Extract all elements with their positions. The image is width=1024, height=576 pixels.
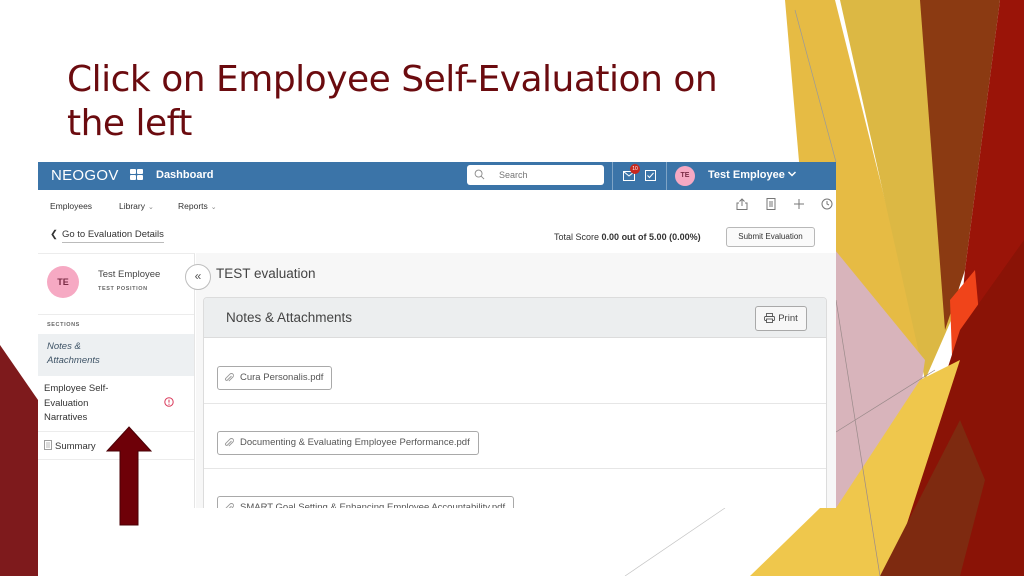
chevron-down-icon: ⌄ bbox=[210, 204, 217, 211]
employee-position: TEST POSITION bbox=[98, 286, 148, 292]
score-value: 0.00 out of 5.00 (0.00%) bbox=[601, 232, 701, 242]
attachment-row: Cura Personalis.pdf bbox=[204, 339, 826, 404]
sidebar-item-notes-attachments[interactable]: Notes & Attachments bbox=[38, 334, 194, 376]
user-avatar[interactable]: TE bbox=[675, 166, 695, 186]
notes-attachments-card: Notes & Attachments Print Cura Personali… bbox=[203, 297, 827, 508]
attachment-link[interactable]: Cura Personalis.pdf bbox=[217, 366, 333, 390]
chevron-down-icon: ⌄ bbox=[147, 204, 154, 211]
attachment-link[interactable]: SMART Goal Setting & Enhancing Employee … bbox=[217, 496, 515, 508]
print-button[interactable]: Print bbox=[755, 306, 807, 331]
divider bbox=[612, 162, 613, 190]
sections-header: SECTIONS bbox=[38, 314, 194, 334]
attachment-name: Cura Personalis.pdf bbox=[240, 372, 324, 383]
document-icon bbox=[44, 440, 52, 450]
chevron-left-icon: ❮ bbox=[50, 229, 58, 240]
subnav-label: Reports bbox=[178, 201, 208, 211]
back-link-label: Go to Evaluation Details bbox=[61, 229, 164, 243]
divider bbox=[666, 162, 667, 190]
brand-logo[interactable]: NEOGOV bbox=[51, 167, 119, 184]
top-navigation-bar: NEOGOV Dashboard 10 TE Test Employee bbox=[38, 162, 836, 190]
employee-avatar: TE bbox=[47, 266, 79, 298]
dashboard-link[interactable]: Dashboard bbox=[156, 169, 213, 181]
attachment-name: SMART Goal Setting & Enhancing Employee … bbox=[240, 502, 506, 508]
plus-icon[interactable] bbox=[793, 198, 805, 210]
chevron-down-icon[interactable] bbox=[787, 169, 797, 179]
secondary-navigation: Employees Library ⌄ Reports ⌄ bbox=[38, 190, 836, 222]
search-input[interactable] bbox=[499, 168, 599, 182]
notification-badge: 10 bbox=[630, 164, 640, 174]
submit-evaluation-button[interactable]: Submit Evaluation bbox=[726, 227, 815, 247]
attachment-row: SMART Goal Setting & Enhancing Employee … bbox=[204, 469, 826, 508]
print-label: Print bbox=[778, 313, 798, 324]
history-icon[interactable] bbox=[821, 198, 833, 210]
attachment-name: Documenting & Evaluating Employee Perfor… bbox=[240, 437, 470, 448]
collapse-sidebar-button[interactable]: « bbox=[185, 264, 211, 290]
tasks-icon[interactable] bbox=[645, 170, 656, 181]
total-score: Total Score 0.00 out of 5.00 (0.00%) bbox=[554, 232, 701, 242]
search-box[interactable] bbox=[467, 165, 604, 185]
subnav-label: Library bbox=[119, 201, 145, 211]
printer-icon bbox=[764, 313, 776, 323]
sidebar-item-label: Notes & Attachments bbox=[47, 341, 100, 366]
apps-grid-icon[interactable] bbox=[130, 169, 143, 181]
app-screenshot: NEOGOV Dashboard 10 TE Test Employee bbox=[38, 162, 836, 508]
annotation-arrow-up bbox=[106, 426, 152, 526]
slide-title: Click on Employee Self-Evaluation on the… bbox=[67, 59, 718, 144]
subnav-label: Employees bbox=[50, 201, 93, 211]
sidebar-item-label: Summary bbox=[55, 441, 96, 452]
back-to-evaluation-details-link[interactable]: ❮ Go to Evaluation Details bbox=[50, 229, 164, 243]
search-icon bbox=[474, 169, 485, 180]
user-menu-name[interactable]: Test Employee bbox=[708, 169, 785, 181]
subnav-reports[interactable]: Reports ⌄ bbox=[178, 201, 217, 211]
paperclip-icon bbox=[225, 373, 234, 382]
score-label: Total Score bbox=[554, 232, 600, 242]
sidebar-item-label: Employee Self-Evaluation Narratives bbox=[44, 383, 109, 423]
subnav-library[interactable]: Library ⌄ bbox=[119, 201, 154, 211]
document-icon[interactable] bbox=[765, 198, 777, 210]
subnav-employees[interactable]: Employees bbox=[50, 201, 92, 211]
left-red-shape bbox=[0, 345, 38, 576]
card-header: Notes & Attachments Print bbox=[204, 298, 826, 338]
paperclip-icon bbox=[225, 503, 234, 508]
alert-icon bbox=[164, 397, 174, 407]
sidebar-item-employee-self-evaluation[interactable]: Employee Self-Evaluation Narratives bbox=[38, 378, 194, 432]
share-icon[interactable] bbox=[736, 198, 748, 210]
evaluation-title: TEST evaluation bbox=[216, 266, 316, 281]
attachment-link[interactable]: Documenting & Evaluating Employee Perfor… bbox=[217, 431, 479, 455]
paperclip-icon bbox=[225, 438, 234, 447]
main-content: TEST evaluation Notes & Attachments Prin… bbox=[196, 253, 836, 508]
attachment-row: Documenting & Evaluating Employee Perfor… bbox=[204, 404, 826, 469]
employee-name: Test Employee bbox=[98, 269, 161, 280]
card-title: Notes & Attachments bbox=[226, 310, 353, 325]
